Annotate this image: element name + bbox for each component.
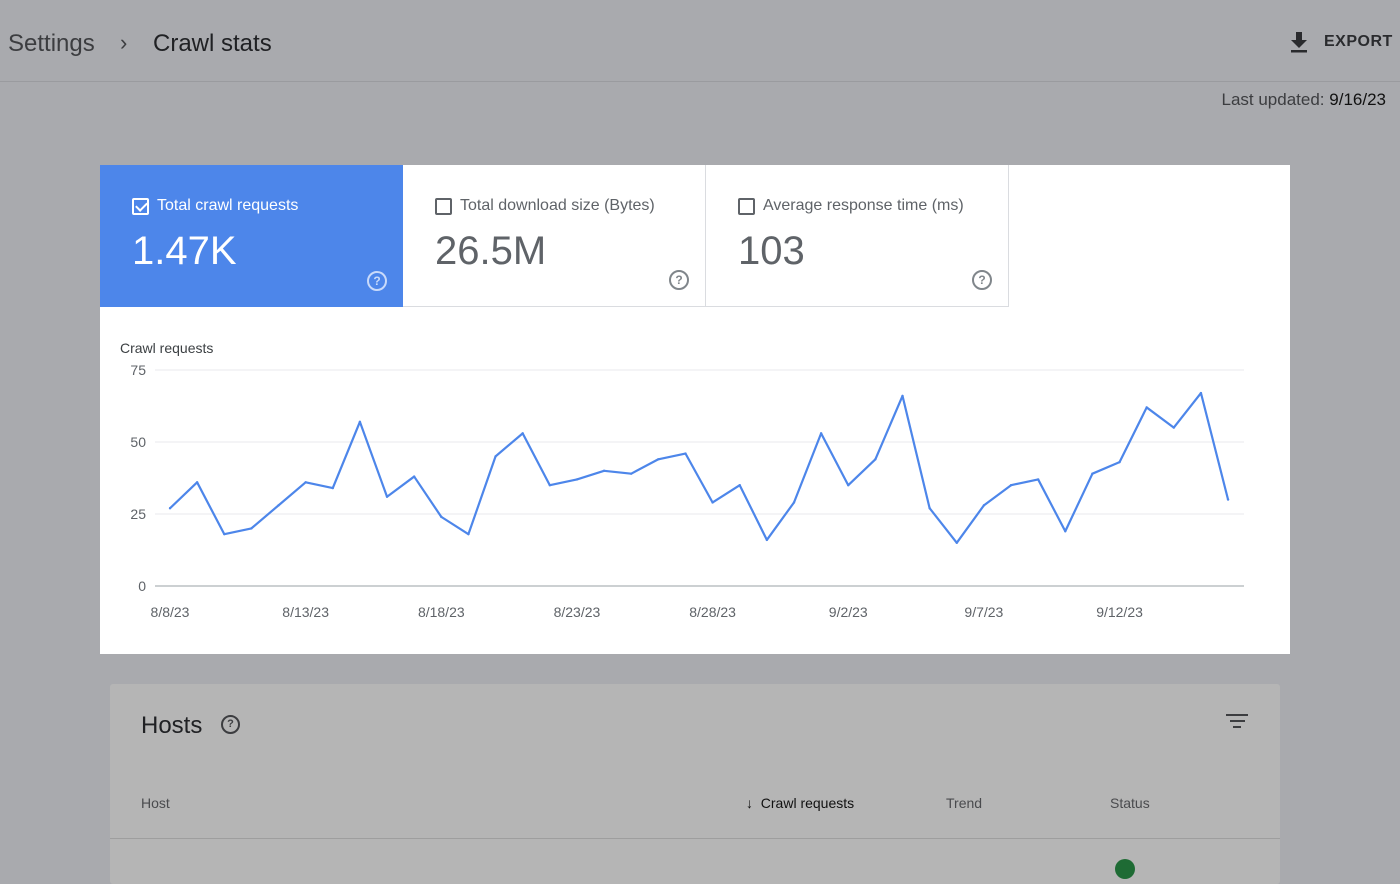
data-point	[630, 472, 633, 475]
metric-tile-total-crawl-requests[interactable]: Total crawl requests 1.47K ?	[100, 165, 403, 307]
data-point	[792, 501, 796, 504]
arrow-down-icon: ↓	[746, 795, 753, 811]
column-trend[interactable]: Trend	[946, 795, 982, 811]
data-point	[1009, 484, 1013, 487]
y-tick-label: 50	[130, 434, 146, 450]
x-tick-label: 8/28/23	[689, 604, 736, 620]
data-point	[195, 481, 199, 484]
data-point	[440, 515, 443, 519]
export-button[interactable]: EXPORT	[1288, 30, 1393, 54]
chart-title: Crawl requests	[120, 340, 214, 356]
metric-label: Average response time (ms)	[763, 197, 964, 214]
data-point	[982, 504, 986, 507]
last-updated-value: 9/16/23	[1329, 90, 1386, 109]
download-icon	[1291, 32, 1307, 53]
help-icon[interactable]: ?	[367, 271, 387, 291]
hosts-title: Hosts	[141, 712, 203, 739]
data-point	[250, 527, 253, 530]
status-ok-icon	[1115, 859, 1135, 879]
x-tick-label: 9/2/23	[829, 604, 868, 620]
data-point	[358, 420, 362, 424]
checkbox-checked-icon[interactable]	[132, 197, 149, 215]
metric-tile-total-download-size[interactable]: Total download size (Bytes) 26.5M ?	[403, 165, 706, 307]
help-icon[interactable]: ?	[221, 715, 240, 734]
metric-tile-average-response-time[interactable]: Average response time (ms) 103 ?	[706, 165, 1009, 307]
export-label: EXPORT	[1324, 33, 1393, 50]
y-tick-label: 0	[138, 578, 146, 594]
last-updated-label: Last updated:	[1221, 90, 1325, 109]
metric-label: Total crawl requests	[157, 197, 299, 214]
data-point	[819, 432, 823, 435]
help-icon[interactable]: ?	[669, 270, 689, 290]
data-point	[874, 458, 877, 461]
data-point	[331, 486, 334, 490]
series-line	[169, 391, 1230, 544]
data-point	[575, 478, 579, 481]
data-point	[738, 484, 741, 487]
data-point	[1036, 478, 1040, 481]
breadcrumb-settings[interactable]: Settings	[8, 30, 95, 58]
page-title: Crawl stats	[153, 30, 272, 57]
metric-value: 103	[738, 229, 805, 273]
data-point	[901, 394, 904, 398]
help-icon[interactable]: ?	[972, 270, 992, 290]
top-bar: Settings › Crawl stats EXPORT	[0, 0, 1400, 82]
data-point	[657, 458, 660, 461]
data-point	[847, 484, 850, 487]
data-point	[765, 538, 769, 542]
data-point	[412, 475, 416, 478]
divider	[110, 838, 1280, 839]
data-point	[955, 541, 958, 544]
x-tick-label: 8/18/23	[418, 604, 465, 620]
data-point	[1091, 472, 1094, 475]
x-tick-label: 8/13/23	[282, 604, 329, 620]
column-status[interactable]: Status	[1110, 795, 1150, 811]
x-tick-label: 8/8/23	[151, 604, 190, 620]
last-updated: Last updated: 9/16/23	[1222, 90, 1387, 110]
column-host[interactable]: Host	[141, 795, 170, 811]
data-point	[223, 532, 226, 536]
crawl-requests-chart: 0 25 50 75 8/8/23 8/13/23 8/18/23 8/23/23 8/28/2…	[130, 362, 1244, 620]
data-point	[521, 432, 524, 435]
data-point	[385, 495, 389, 498]
data-point	[467, 532, 470, 536]
y-tick-label: 25	[130, 506, 146, 522]
checkbox-icon[interactable]	[435, 197, 452, 215]
x-tick-label: 9/7/23	[964, 604, 1003, 620]
y-tick-label: 75	[130, 362, 146, 378]
column-crawl-requests-label: Crawl requests	[760, 795, 855, 811]
data-point	[684, 452, 687, 455]
data-point	[548, 484, 552, 487]
data-point	[1226, 498, 1230, 501]
checkbox-icon[interactable]	[738, 197, 755, 215]
data-point	[1145, 406, 1148, 409]
chevron-right-icon: ›	[120, 30, 128, 55]
metric-label: Total download size (Bytes)	[460, 197, 655, 214]
metric-value: 1.47K	[132, 229, 237, 273]
x-tick-label: 9/12/23	[1096, 604, 1143, 620]
metric-value: 26.5M	[435, 229, 547, 273]
data-point	[711, 501, 714, 504]
filter-icon[interactable]	[1226, 714, 1248, 732]
data-point	[1064, 530, 1067, 533]
data-point	[304, 481, 307, 484]
data-point	[1118, 460, 1121, 464]
data-point	[494, 455, 497, 458]
data-point	[928, 507, 931, 510]
data-point	[602, 469, 606, 472]
column-crawl-requests[interactable]: ↓ Crawl requests	[746, 795, 854, 811]
data-point	[1172, 426, 1176, 429]
data-point	[168, 507, 172, 510]
hosts-card: Hosts ? Host ↓ Crawl requests Trend Stat…	[110, 684, 1280, 884]
data-point	[1199, 391, 1203, 395]
data-point	[277, 504, 280, 507]
x-tick-label: 8/23/23	[554, 604, 601, 620]
crawl-stats-card: Total crawl requests 1.47K ? Total downl…	[100, 165, 1290, 654]
